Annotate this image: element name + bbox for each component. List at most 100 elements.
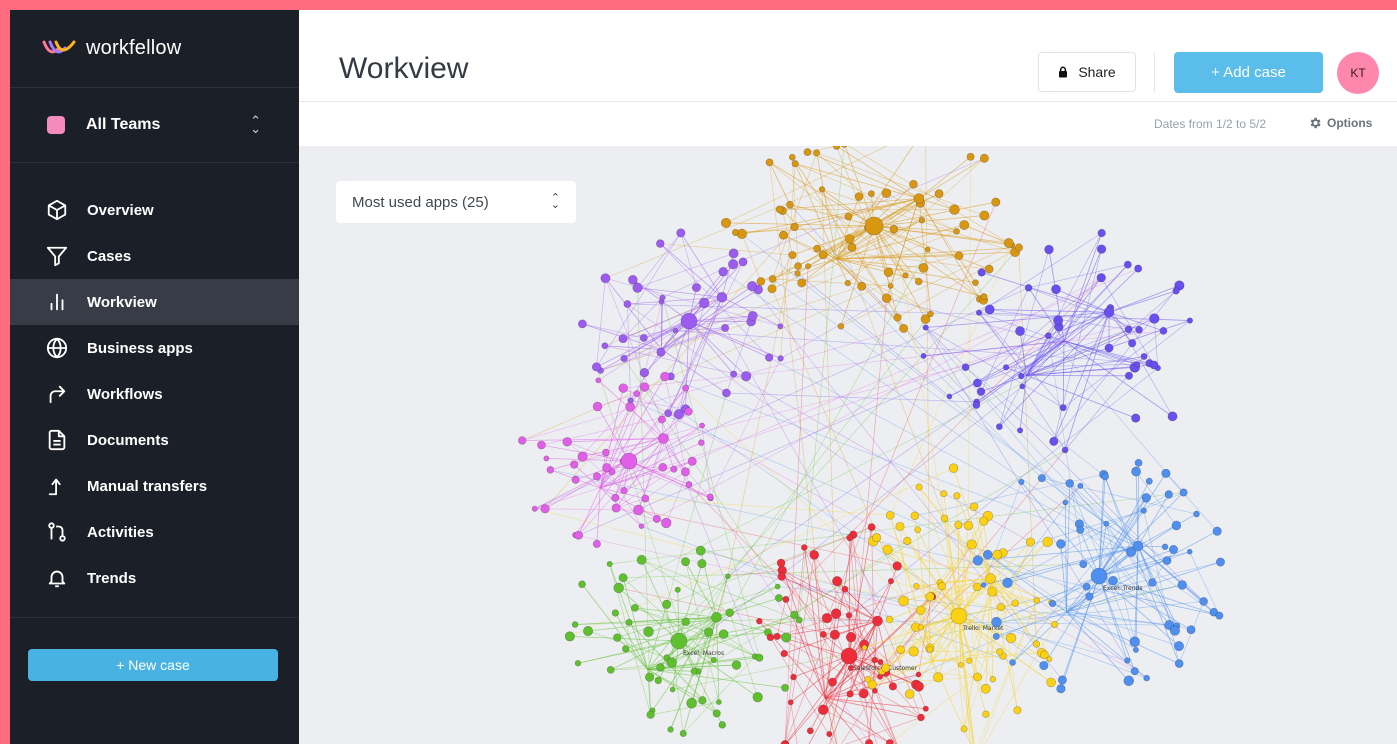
graph-node[interactable]	[972, 401, 981, 409]
graph-node[interactable]	[645, 672, 655, 682]
graph-node[interactable]	[854, 192, 864, 201]
graph-node[interactable]	[564, 631, 575, 642]
graph-node[interactable]	[915, 483, 923, 491]
graph-node[interactable]	[681, 557, 691, 567]
graph-node[interactable]	[1065, 479, 1074, 488]
graph-node[interactable]	[910, 511, 920, 521]
graph-node[interactable]	[1186, 625, 1196, 635]
graph-node[interactable]	[972, 582, 982, 592]
graph-node[interactable]	[996, 603, 1005, 612]
graph-node[interactable]	[1172, 287, 1180, 295]
graph-node[interactable]	[670, 632, 688, 650]
graph-node[interactable]	[543, 455, 550, 462]
graph-node[interactable]	[706, 493, 714, 501]
graph-node[interactable]	[1140, 507, 1147, 514]
graph-node[interactable]	[1096, 244, 1107, 254]
graph-node[interactable]	[832, 146, 841, 150]
graph-node[interactable]	[803, 148, 812, 157]
graph-node[interactable]	[913, 193, 925, 204]
graph-node[interactable]	[774, 594, 783, 603]
sidebar-item-business-apps[interactable]: Business apps	[10, 325, 299, 371]
graph-node[interactable]	[625, 401, 636, 412]
graph-node[interactable]	[1082, 582, 1091, 591]
graph-node[interactable]	[718, 266, 728, 277]
graph-node[interactable]	[776, 558, 786, 568]
team-selector[interactable]: All Teams ⌃ ⌄	[10, 88, 299, 163]
graph-node[interactable]	[864, 675, 872, 683]
graph-node[interactable]	[1140, 353, 1148, 360]
graph-node[interactable]	[788, 153, 796, 161]
add-case-button[interactable]: + Add case	[1174, 52, 1323, 93]
graph-node[interactable]	[1141, 493, 1151, 503]
graph-node[interactable]	[801, 544, 808, 551]
graph-node[interactable]	[786, 200, 794, 209]
graph-node[interactable]	[1044, 244, 1054, 255]
graph-node[interactable]	[892, 561, 902, 571]
graph-node[interactable]	[840, 647, 858, 665]
graph-node[interactable]	[1003, 238, 1014, 248]
graph-node[interactable]	[1161, 468, 1171, 478]
graph-node[interactable]	[925, 592, 935, 602]
graph-node[interactable]	[844, 279, 851, 287]
graph-node[interactable]	[867, 190, 875, 198]
graph-node[interactable]	[711, 611, 722, 623]
graph-node[interactable]	[738, 257, 748, 267]
graph-node[interactable]	[1056, 539, 1066, 549]
graph-node[interactable]	[969, 502, 979, 511]
graph-node[interactable]	[846, 690, 854, 698]
graph-node[interactable]	[1199, 597, 1208, 606]
graph-node[interactable]	[973, 672, 982, 682]
graph-node[interactable]	[817, 704, 829, 715]
graph-node[interactable]	[1077, 482, 1084, 489]
graph-node[interactable]	[1135, 325, 1143, 334]
graph-node[interactable]	[730, 370, 738, 378]
graph-node[interactable]	[1103, 306, 1115, 318]
graph-node[interactable]	[915, 671, 922, 678]
graph-node[interactable]	[660, 371, 670, 382]
graph-node[interactable]	[591, 362, 602, 372]
graph-node[interactable]	[777, 323, 784, 330]
graph-node[interactable]	[953, 492, 961, 500]
graph-node[interactable]	[652, 514, 661, 523]
graph-node[interactable]	[966, 657, 973, 664]
graph-node[interactable]	[699, 422, 706, 429]
graph-node[interactable]	[1039, 660, 1049, 671]
graph-node[interactable]	[926, 646, 934, 653]
graph-node[interactable]	[681, 617, 690, 626]
graph-node[interactable]	[517, 436, 527, 445]
graph-node[interactable]	[716, 699, 722, 705]
graph-node[interactable]	[712, 709, 721, 718]
options-button[interactable]: Options	[1308, 116, 1372, 130]
graph-node[interactable]	[658, 433, 669, 444]
graph-node[interactable]	[847, 242, 857, 252]
graph-node[interactable]	[664, 409, 673, 418]
graph-node[interactable]	[643, 626, 654, 637]
graph-node[interactable]	[747, 281, 758, 292]
graph-node[interactable]	[954, 520, 963, 530]
graph-node[interactable]	[1167, 411, 1178, 422]
new-case-button[interactable]: + New case	[28, 649, 278, 681]
graph-node[interactable]	[620, 452, 638, 470]
graph-node[interactable]	[881, 293, 892, 304]
graph-node[interactable]	[896, 645, 905, 655]
graph-node[interactable]	[1101, 472, 1109, 481]
graph-node[interactable]	[922, 324, 929, 331]
graph-node[interactable]	[1134, 264, 1143, 273]
graph-node[interactable]	[687, 456, 697, 466]
graph-node[interactable]	[1053, 315, 1064, 326]
graph-node[interactable]	[1145, 477, 1153, 485]
graph-node[interactable]	[546, 466, 555, 474]
graph-node[interactable]	[980, 683, 991, 694]
graph-node[interactable]	[898, 595, 909, 607]
graph-node[interactable]	[631, 604, 639, 612]
graph-node[interactable]	[1169, 625, 1181, 636]
graph-node[interactable]	[667, 726, 674, 733]
graph-node[interactable]	[996, 648, 1004, 656]
graph-node[interactable]	[577, 451, 588, 462]
graph-node[interactable]	[716, 291, 728, 303]
graph-node[interactable]	[778, 230, 788, 240]
graph-node[interactable]	[595, 377, 602, 384]
graph-node[interactable]	[813, 244, 822, 253]
graph-node[interactable]	[1033, 597, 1041, 604]
graph-node[interactable]	[592, 539, 601, 548]
